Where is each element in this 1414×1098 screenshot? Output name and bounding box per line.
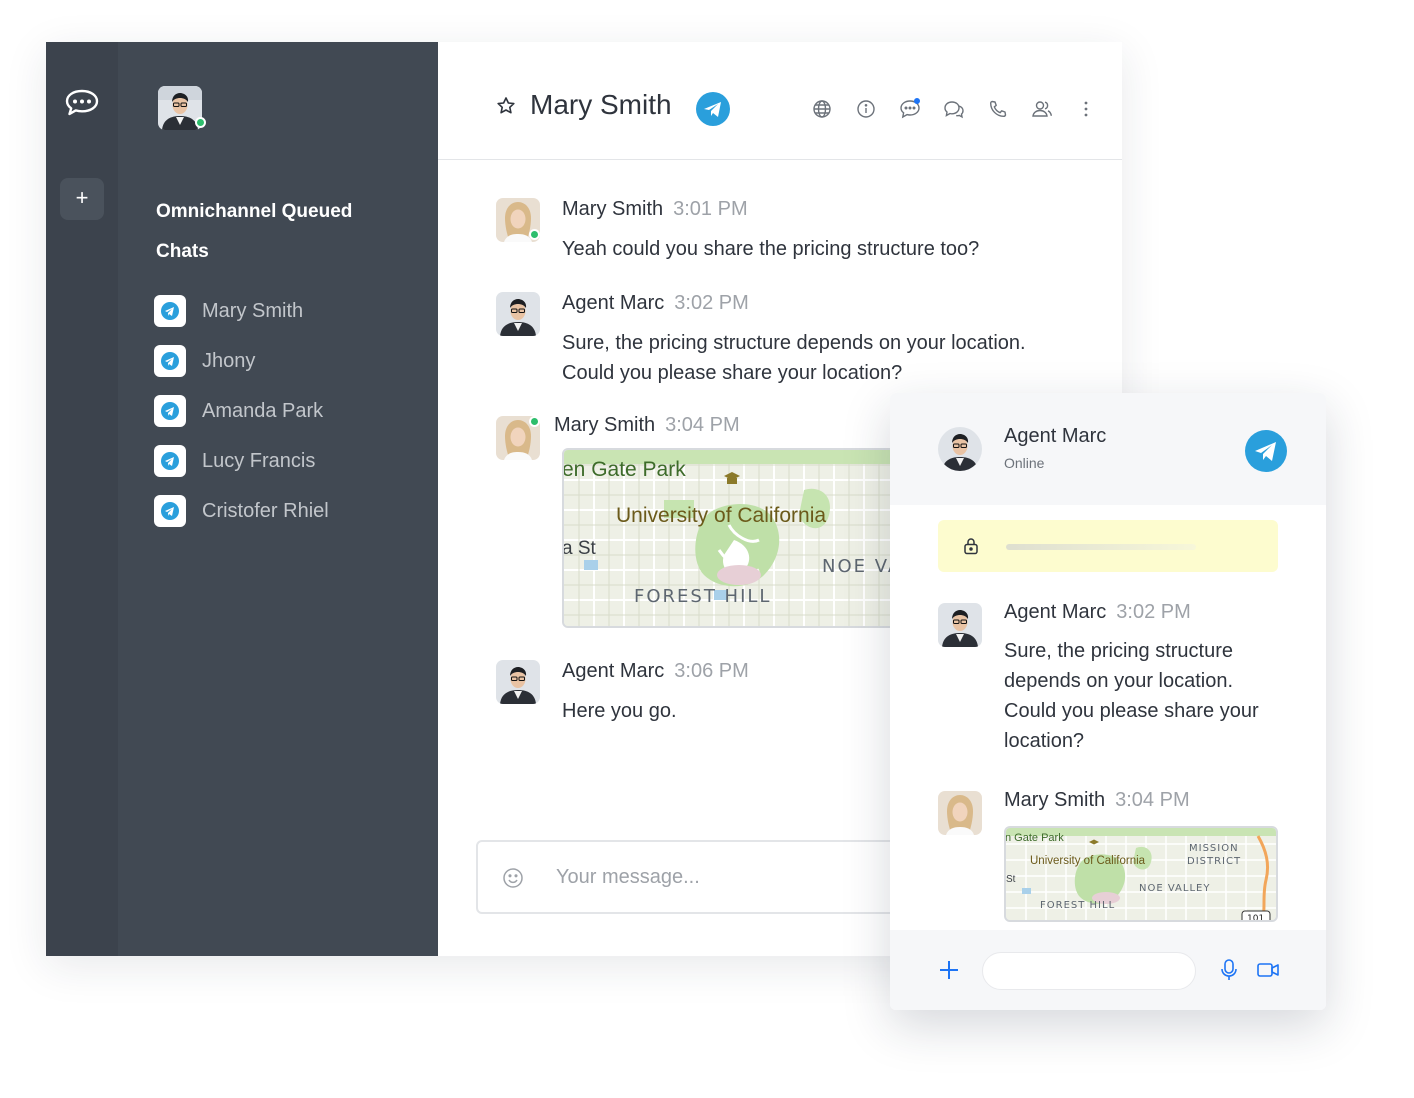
sidebar-section-title: Omnichannel Queued Chats [156, 201, 353, 262]
location-map[interactable]: n Gate Park University of California St … [1004, 826, 1278, 922]
message-time: 3:04 PM [1115, 789, 1190, 811]
map-label: FOREST HILL [1040, 900, 1115, 911]
message-input-placeholder[interactable]: Your message... [556, 866, 700, 889]
widget-composer [890, 930, 1326, 1010]
rocketchat-logo-icon[interactable] [64, 88, 100, 118]
plus-icon[interactable] [938, 959, 960, 986]
telegram-icon [154, 345, 186, 377]
info-icon[interactable] [844, 96, 888, 122]
chat-item-label: Cristofer Rhiel [202, 499, 329, 522]
highway-shield-label: 101 [1247, 914, 1264, 922]
redacted-text-bar [1006, 544, 1196, 550]
online-status-dot [529, 229, 540, 240]
message-author: Agent Marc 3:06 PM [562, 660, 749, 682]
telegram-icon [154, 395, 186, 427]
phone-icon[interactable] [976, 96, 1020, 122]
microphone-icon[interactable] [1220, 958, 1238, 987]
chat-item-label: Amanda Park [202, 399, 324, 422]
chat-item-jhony[interactable]: Jhony [154, 336, 329, 386]
avatar [938, 603, 982, 647]
unread-dot [914, 98, 920, 104]
map-label: St [1006, 874, 1016, 885]
threads-icon[interactable] [932, 96, 976, 122]
agent-avatar [938, 427, 982, 471]
avatar[interactable] [496, 660, 540, 704]
widget-header: Agent Marc Online [890, 393, 1326, 505]
encrypted-message-banner [938, 520, 1278, 572]
agent-status: Online [1004, 455, 1045, 471]
telegram-icon [696, 92, 730, 126]
globe-icon[interactable] [800, 96, 844, 122]
map-label: a St [564, 538, 597, 559]
message-author: Mary Smith 3:04 PM [1004, 789, 1190, 811]
agent-name: Agent Marc [1004, 425, 1107, 447]
location-map[interactable]: en Gate Park University of California a … [562, 448, 902, 628]
chat-item-amanda-park[interactable]: Amanda Park [154, 386, 329, 436]
room-title: Mary Smith [530, 89, 672, 120]
telegram-icon [1245, 430, 1287, 472]
map-label: en Gate Park [564, 458, 686, 481]
room-header: Mary Smith [438, 42, 1122, 160]
online-status-dot [529, 416, 540, 427]
map-label: University of California [1030, 855, 1146, 867]
chat-item-mary-smith[interactable]: Mary Smith [154, 286, 329, 336]
queued-chat-list: Mary Smith Jhony Amanda Park Lucy Franci… [154, 286, 329, 536]
widget-message-input[interactable] [982, 952, 1196, 990]
livechat-widget: Agent Marc Online Agent Marc 3:02 PM Sure… [890, 393, 1326, 1010]
kebab-menu-icon[interactable] [1064, 96, 1108, 122]
message-author: Agent Marc 3:02 PM [1004, 601, 1191, 623]
map-label: University of California [616, 504, 826, 527]
message-time: 3:01 PM [673, 198, 748, 220]
message-author: Mary Smith 3:04 PM [554, 414, 740, 436]
workspace-rail: + [46, 42, 118, 956]
message-time: 3:04 PM [665, 414, 740, 436]
message-time: 3:02 PM [674, 292, 749, 314]
lock-icon [962, 536, 980, 561]
message-text: Sure, the pricing structure depends on y… [1004, 640, 1259, 752]
chat-item-label: Jhony [202, 349, 256, 372]
map-label: DISTRICT [1187, 856, 1241, 867]
telegram-icon [154, 445, 186, 477]
emoji-icon[interactable] [502, 867, 524, 894]
message-author: Mary Smith 3:01 PM [562, 198, 748, 220]
message-author: Agent Marc 3:02 PM [562, 292, 749, 314]
avatar [938, 791, 982, 835]
members-icon[interactable] [1020, 96, 1064, 122]
telegram-icon [154, 495, 186, 527]
telegram-icon [154, 295, 186, 327]
chat-item-label: Lucy Francis [202, 449, 316, 472]
chat-item-cristofer-rhiel[interactable]: Cristofer Rhiel [154, 486, 329, 536]
message-time: 3:06 PM [674, 660, 749, 682]
chat-item-label: Mary Smith [202, 299, 304, 322]
message-text: Sure, the pricing structure depends on y… [562, 332, 1026, 384]
map-label: MISSION [1189, 843, 1239, 854]
discussion-icon[interactable] [888, 96, 932, 122]
map-label: FOREST HILL [634, 586, 771, 607]
video-camera-icon[interactable] [1256, 961, 1280, 984]
room-toolbar [800, 96, 1108, 122]
chat-item-lucy-francis[interactable]: Lucy Francis [154, 436, 329, 486]
map-label: n Gate Park [1006, 832, 1064, 844]
add-workspace-button[interactable]: + [60, 178, 104, 220]
message-text: Yeah could you share the pricing structu… [562, 238, 980, 260]
online-status-dot [195, 117, 206, 128]
message-time: 3:02 PM [1116, 601, 1191, 623]
sidebar: Omnichannel Queued Chats Mary Smith Jhon… [118, 42, 438, 956]
avatar[interactable] [496, 292, 540, 336]
message: Agent Marc 3:02 PM Sure, the pricing stru… [496, 292, 1056, 392]
map-label: NOE VALLEY [1139, 883, 1210, 894]
message: Mary Smith 3:01 PM Yeah could you share t… [496, 198, 1056, 278]
star-icon[interactable] [496, 96, 516, 121]
